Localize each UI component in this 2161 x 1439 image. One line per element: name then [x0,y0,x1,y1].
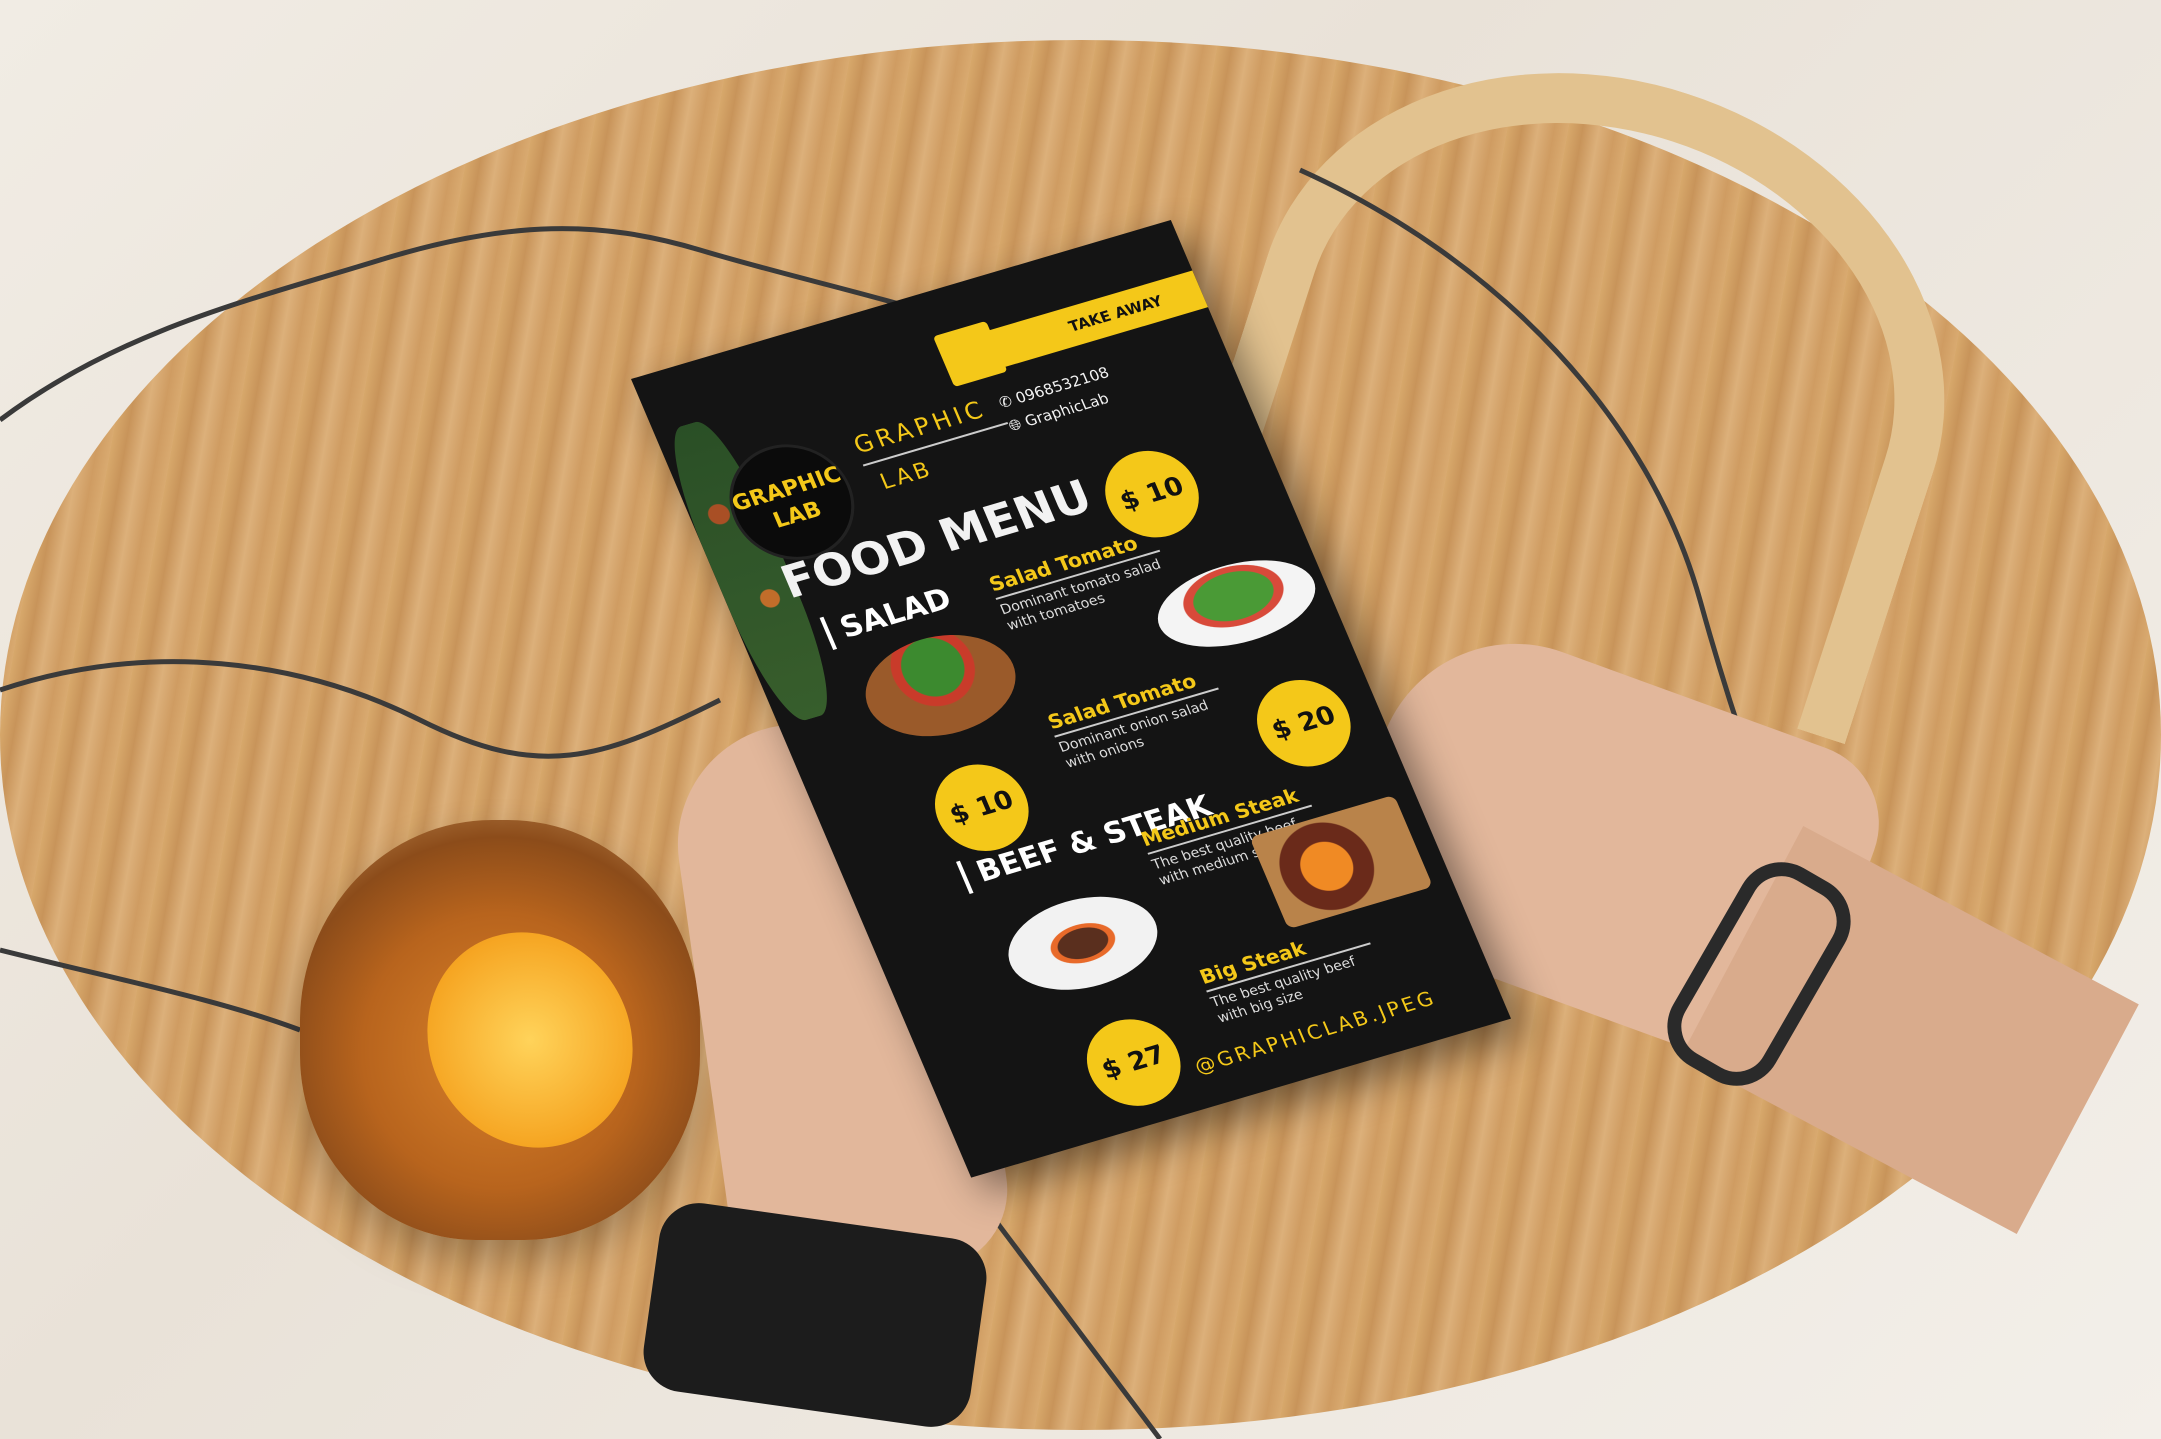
brand-name: GRAPHIC [849,390,1009,467]
brand-subname: LAB [876,457,937,495]
salad-plate-image [1143,544,1330,663]
price-badge: $ 20 [1242,669,1365,778]
menu-item: Salad Tomato Dominant onion salad with o… [1044,663,1234,773]
price-badge: $ 27 [1072,1008,1195,1117]
steak-plate-image [993,880,1173,1006]
salad-bowl-image [848,618,1033,753]
